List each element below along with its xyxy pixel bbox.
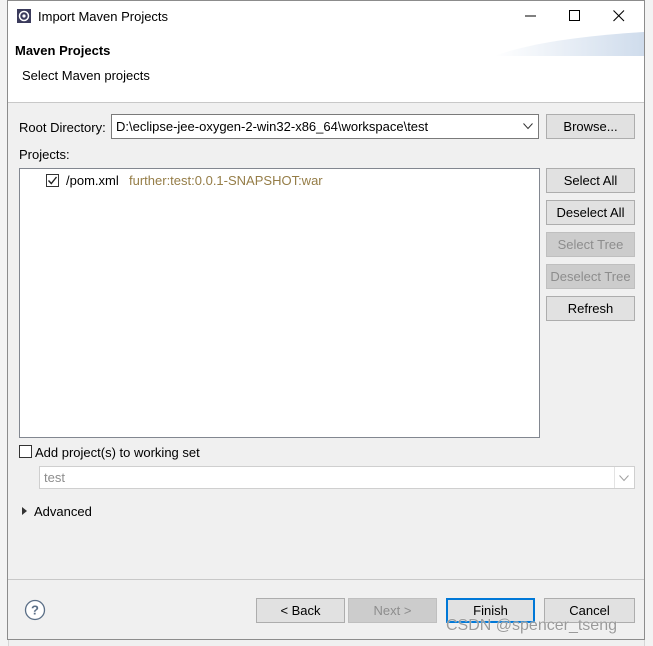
working-set-label: Add project(s) to working set bbox=[35, 445, 200, 460]
deselect-all-button[interactable]: Deselect All bbox=[546, 200, 635, 225]
chevron-down-icon bbox=[619, 475, 629, 482]
chevron-down-icon bbox=[523, 123, 533, 130]
browse-button[interactable]: Browse... bbox=[546, 114, 635, 139]
footer-divider bbox=[8, 579, 644, 580]
watermark: CSDN @spencer_tseng bbox=[446, 617, 617, 634]
root-directory-value: D:\eclipse-jee-oxygen-2-win32-x86_64\wor… bbox=[116, 119, 429, 134]
list-item[interactable]: /pom.xml further:test:0.0.1-SNAPSHOT:war bbox=[20, 169, 539, 191]
projects-label: Projects: bbox=[19, 147, 70, 162]
next-button[interactable]: Next > bbox=[348, 598, 437, 623]
page-description: Select Maven projects bbox=[22, 68, 150, 83]
minimize-button[interactable] bbox=[510, 1, 554, 32]
projects-tree[interactable]: /pom.xml further:test:0.0.1-SNAPSHOT:war bbox=[19, 168, 540, 438]
working-set-combo[interactable]: test bbox=[39, 466, 635, 489]
checkmark-icon bbox=[47, 176, 58, 185]
import-maven-projects-dialog: Import Maven Projects Maven Projects Sel… bbox=[7, 0, 645, 640]
pom-checkbox[interactable] bbox=[46, 174, 59, 187]
wizard-header: Maven Projects Select Maven projects bbox=[8, 32, 644, 103]
maximize-button[interactable] bbox=[554, 1, 598, 32]
page-heading: Maven Projects bbox=[15, 43, 111, 58]
select-all-button[interactable]: Select All bbox=[546, 168, 635, 193]
window-title: Import Maven Projects bbox=[38, 9, 169, 24]
working-set-value: test bbox=[44, 470, 65, 485]
back-button[interactable]: < Back bbox=[256, 598, 345, 623]
refresh-button[interactable]: Refresh bbox=[546, 296, 635, 321]
help-icon[interactable]: ? bbox=[24, 599, 46, 621]
close-button[interactable] bbox=[598, 1, 642, 32]
root-directory-label: Root Directory: bbox=[19, 120, 106, 135]
header-banner-graphic bbox=[494, 32, 644, 56]
advanced-section-toggle[interactable]: Advanced bbox=[19, 503, 139, 521]
background-window-edge-right bbox=[644, 0, 653, 646]
select-tree-button[interactable]: Select Tree bbox=[546, 232, 635, 257]
working-set-checkbox[interactable] bbox=[19, 445, 32, 458]
deselect-tree-button[interactable]: Deselect Tree bbox=[546, 264, 635, 289]
project-name: /pom.xml bbox=[66, 173, 119, 188]
eclipse-icon bbox=[17, 9, 31, 23]
close-icon bbox=[613, 10, 625, 22]
root-directory-combo[interactable]: D:\eclipse-jee-oxygen-2-win32-x86_64\wor… bbox=[111, 114, 539, 139]
title-bar[interactable]: Import Maven Projects bbox=[8, 1, 644, 32]
advanced-label: Advanced bbox=[34, 504, 92, 519]
chevron-right-icon bbox=[22, 507, 27, 515]
project-gav: further:test:0.0.1-SNAPSHOT:war bbox=[129, 173, 323, 188]
svg-text:?: ? bbox=[31, 603, 39, 618]
